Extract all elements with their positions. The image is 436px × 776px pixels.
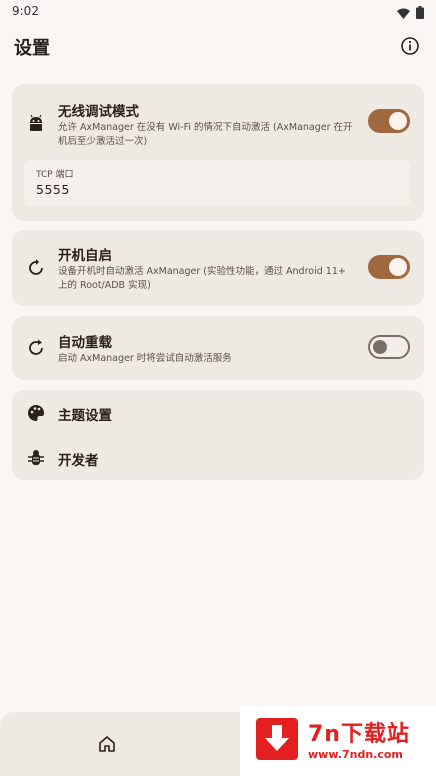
auto-reload-toggle[interactable] (368, 335, 410, 359)
wireless-debug-title: 无线调试模式 (58, 104, 139, 120)
toggle-knob (373, 340, 387, 354)
boot-start-card[interactable]: 开机自启 设备开机时自动激活 AxManager (实验性功能，通过 Andro… (12, 230, 424, 306)
home-icon[interactable] (97, 734, 117, 754)
watermark-url: www.7ndn.com (308, 748, 403, 761)
tcp-port-field[interactable]: TCP 端口 5555 (24, 160, 410, 206)
theme-settings-label: 主题设置 (58, 408, 112, 424)
status-time: 9:02 (12, 4, 39, 18)
bug-icon (26, 448, 46, 468)
restart-icon (26, 258, 46, 278)
wireless-debug-toggle[interactable] (368, 109, 410, 133)
info-icon[interactable] (400, 36, 420, 56)
page-title: 设置 (14, 38, 50, 59)
developer-item[interactable]: 开发者 (12, 435, 424, 480)
tcp-port-label: TCP 端口 (36, 170, 74, 180)
menu-card: 主题设置 开发者 (12, 390, 424, 480)
developer-label: 开发者 (58, 453, 99, 469)
auto-reload-card[interactable]: 自动重载 启动 AxManager 时将尝试自动激活服务 (12, 316, 424, 380)
app-bar: 设置 (0, 28, 436, 64)
theme-settings-item[interactable]: 主题设置 (12, 390, 424, 435)
wireless-debug-card: 无线调试模式 允许 AxManager 在没有 Wi-Fi 的情况下自动激活 (… (12, 84, 424, 221)
watermark: 7n下载站 www.7ndn.com (240, 706, 436, 776)
tcp-port-value[interactable]: 5555 (36, 182, 70, 197)
watermark-title: 7n下载站 (308, 722, 410, 747)
toggle-knob (389, 112, 407, 130)
wireless-debug-description: 允许 AxManager 在没有 Wi-Fi 的情况下自动激活 (AxManag… (58, 122, 353, 147)
boot-start-title: 开机自启 (58, 248, 112, 264)
palette-icon (26, 403, 46, 423)
android-icon (26, 114, 46, 134)
battery-icon (416, 4, 424, 23)
download-logo-icon (256, 718, 298, 760)
boot-start-description: 设备开机时自动激活 AxManager (实验性功能，通过 Android 11… (58, 266, 346, 291)
toggle-knob (389, 258, 407, 276)
status-icons (397, 4, 424, 23)
auto-reload-title: 自动重载 (58, 335, 112, 351)
auto-reload-description: 启动 AxManager 时将尝试自动激活服务 (58, 353, 232, 364)
status-bar: 9:02 (0, 0, 436, 22)
wifi-icon (397, 4, 410, 23)
refresh-icon (26, 338, 46, 358)
boot-start-toggle[interactable] (368, 255, 410, 279)
